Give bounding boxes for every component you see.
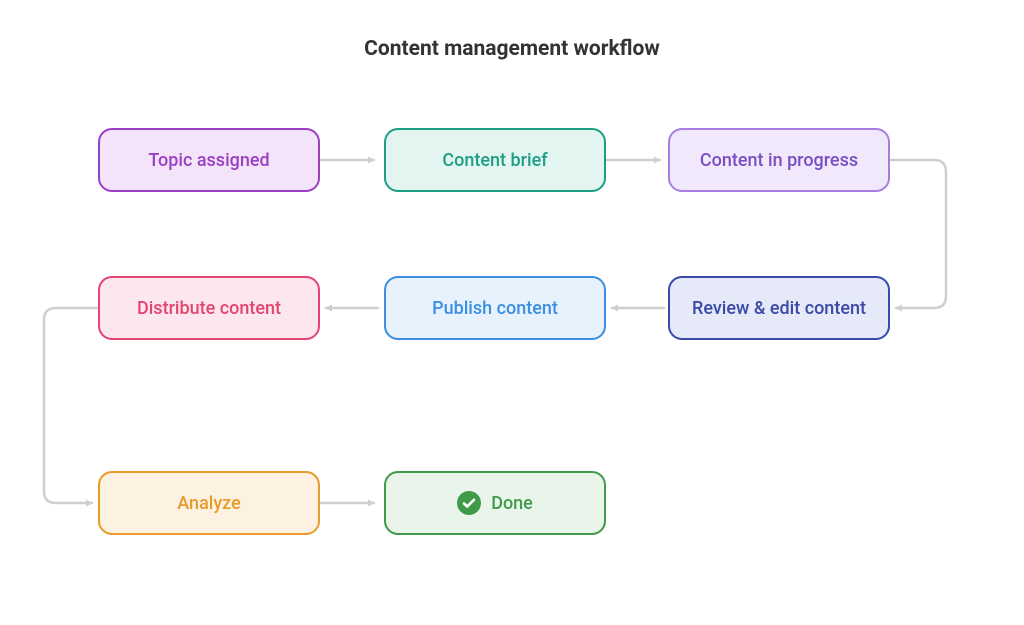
node-topic-assigned: Topic assigned xyxy=(98,128,320,192)
node-review-edit: Review & edit content xyxy=(668,276,890,340)
diagram-title: Content management workflow xyxy=(0,37,1024,61)
arrow-distribute-to-analyze xyxy=(44,308,98,503)
node-label: Publish content xyxy=(432,298,558,319)
arrow-progress-to-review xyxy=(890,160,946,308)
node-label: Content in progress xyxy=(700,150,858,171)
node-label: Review & edit content xyxy=(692,298,866,319)
node-publish: Publish content xyxy=(384,276,606,340)
node-content-brief: Content brief xyxy=(384,128,606,192)
node-label: Topic assigned xyxy=(148,150,269,171)
check-circle-icon xyxy=(457,491,481,515)
node-label: Content brief xyxy=(442,150,547,171)
workflow-diagram: Content management workflow Topic assign… xyxy=(0,0,1024,625)
node-label: Distribute content xyxy=(137,298,281,319)
node-label: Analyze xyxy=(177,493,240,514)
node-analyze: Analyze xyxy=(98,471,320,535)
node-content-in-progress: Content in progress xyxy=(668,128,890,192)
node-label: Done xyxy=(491,493,533,514)
node-distribute: Distribute content xyxy=(98,276,320,340)
node-done: Done xyxy=(384,471,606,535)
